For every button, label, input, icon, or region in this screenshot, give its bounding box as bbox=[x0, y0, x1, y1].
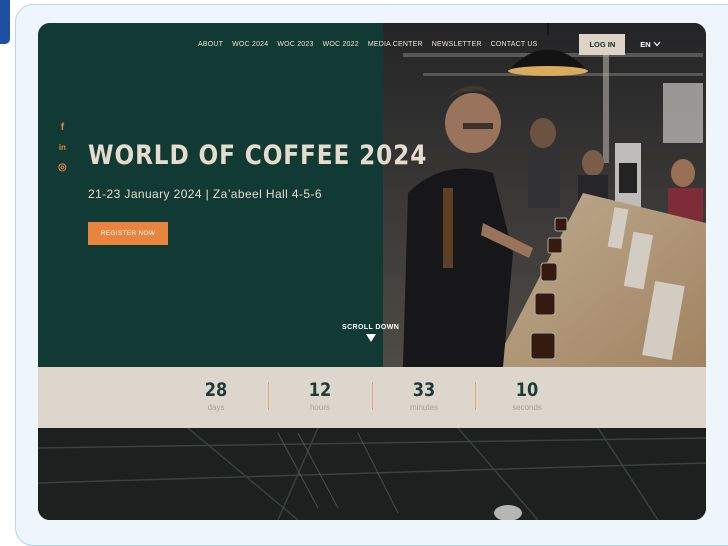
facebook-icon[interactable]: f bbox=[61, 123, 64, 133]
triangle-down-icon bbox=[365, 334, 376, 342]
countdown-value: 28 bbox=[204, 379, 228, 401]
coffee-cupping-photo bbox=[383, 23, 706, 367]
countdown-value: 33 bbox=[412, 379, 436, 401]
social-links: f in ◎ bbox=[58, 123, 67, 173]
corner-tab bbox=[0, 0, 10, 44]
countdown-unit: hours bbox=[309, 403, 330, 412]
nav-woc-2023[interactable]: WOC 2023 bbox=[277, 41, 313, 48]
nav-woc-2024[interactable]: WOC 2024 bbox=[232, 41, 268, 48]
venue-ceiling-photo bbox=[38, 428, 706, 520]
register-now-button[interactable]: REGISTER NOW bbox=[88, 222, 168, 245]
nav-contact-us[interactable]: CONTACT US bbox=[491, 41, 538, 48]
event-dates-location: 21-23 January 2024 | Za’abeel Hall 4-5-6 bbox=[88, 187, 322, 201]
countdown-unit: days bbox=[207, 403, 225, 412]
linkedin-icon[interactable]: in bbox=[59, 144, 66, 152]
countdown-divider bbox=[372, 382, 373, 410]
hero-photo bbox=[383, 23, 706, 367]
countdown-divider bbox=[475, 382, 476, 410]
countdown-bar: 28 days 12 hours 33 minutes 10 seconds bbox=[38, 367, 706, 428]
venue-photo-section bbox=[38, 428, 706, 520]
countdown-value: 12 bbox=[308, 379, 332, 401]
countdown-value: 10 bbox=[515, 379, 539, 401]
language-label: EN bbox=[640, 39, 651, 49]
countdown-divider bbox=[268, 382, 269, 410]
countdown-unit: seconds bbox=[512, 403, 542, 412]
countdown-minutes: 33 minutes bbox=[384, 379, 464, 412]
nav-newsletter[interactable]: NEWSLETTER bbox=[432, 41, 482, 48]
scroll-down-link[interactable]: SCROLL DOWN bbox=[342, 324, 399, 342]
countdown-seconds: 10 seconds bbox=[487, 379, 567, 412]
countdown-unit: minutes bbox=[409, 403, 438, 412]
website-screen: ABOUT WOC 2024 WOC 2023 WOC 2022 MEDIA C… bbox=[38, 23, 706, 520]
page-title: WORLD OF COFFEE 2024 bbox=[88, 140, 428, 171]
countdown-days: 28 days bbox=[176, 379, 256, 412]
language-selector[interactable]: EN bbox=[640, 39, 661, 49]
login-button[interactable]: LOG IN bbox=[579, 33, 626, 55]
countdown-hours: 12 hours bbox=[280, 379, 360, 412]
instagram-icon[interactable]: ◎ bbox=[58, 163, 67, 173]
main-nav: ABOUT WOC 2024 WOC 2023 WOC 2022 MEDIA C… bbox=[198, 33, 706, 55]
nav-media-center[interactable]: MEDIA CENTER bbox=[368, 41, 423, 48]
chevron-down-icon bbox=[653, 41, 661, 47]
scroll-down-label: SCROLL DOWN bbox=[342, 324, 400, 331]
nav-about[interactable]: ABOUT bbox=[198, 41, 223, 48]
nav-woc-2022[interactable]: WOC 2022 bbox=[323, 41, 359, 48]
